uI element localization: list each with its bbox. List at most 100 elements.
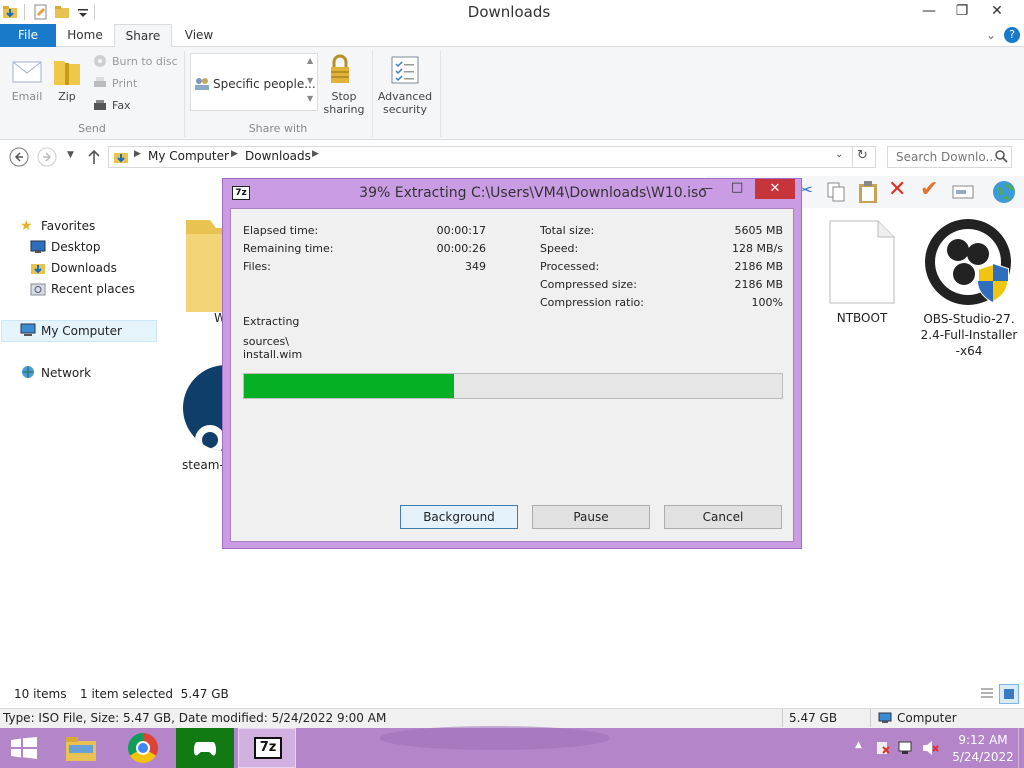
downloads-icon bbox=[31, 264, 45, 274]
nav-my-computer[interactable]: My Computer bbox=[41, 324, 122, 338]
email-button[interactable]: Email bbox=[4, 90, 50, 103]
breadcrumb-chevron-icon[interactable]: ▶ bbox=[134, 149, 141, 159]
compression-ratio-value: 100% bbox=[751, 296, 783, 309]
windows-logo-icon bbox=[11, 737, 37, 759]
file-label-obs[interactable]: OBS-Studio-27.2.4-Full-Installer-x64 bbox=[920, 311, 1018, 359]
tab-view[interactable]: View bbox=[172, 24, 226, 47]
files-value: 349 bbox=[465, 260, 486, 273]
speed-label: Speed: bbox=[540, 242, 579, 255]
volume-muted-icon[interactable] bbox=[922, 740, 940, 756]
ribbon-expand-icon[interactable]: ⌄ bbox=[986, 28, 996, 42]
current-path: sources\ bbox=[243, 335, 289, 348]
taskbar-7zip[interactable]: 7z bbox=[238, 728, 296, 768]
clock-date[interactable]: 5/24/2022 bbox=[948, 750, 1018, 764]
rename-icon[interactable] bbox=[952, 184, 974, 200]
speed-value: 128 MB/s bbox=[732, 242, 783, 255]
compressed-size-value: 2186 MB bbox=[734, 278, 783, 291]
minimize-button[interactable]: — bbox=[912, 0, 946, 22]
extracting-label: Extracting bbox=[243, 315, 300, 328]
show-hidden-icons[interactable]: ▲ bbox=[855, 740, 862, 750]
clock-time[interactable]: 9:12 AM bbox=[952, 733, 1014, 747]
up-icon[interactable] bbox=[87, 149, 101, 165]
nav-favorites[interactable]: Favorites bbox=[41, 219, 95, 233]
check-icon[interactable]: ✔ bbox=[920, 177, 938, 202]
dialog-minimize-button[interactable]: — bbox=[701, 181, 713, 195]
divider bbox=[184, 51, 185, 137]
gallery-more-icon[interactable]: ▼ bbox=[307, 94, 313, 103]
fax-button[interactable]: Fax bbox=[112, 99, 131, 112]
forward-icon[interactable] bbox=[37, 147, 57, 167]
help-icon[interactable]: ? bbox=[1004, 27, 1020, 43]
action-center-icon[interactable] bbox=[875, 740, 891, 756]
details-view-icon[interactable] bbox=[979, 686, 995, 702]
refresh-icon[interactable]: ↻ bbox=[857, 148, 868, 163]
divider bbox=[852, 147, 853, 167]
paste-icon[interactable] bbox=[857, 180, 879, 204]
processed-value: 2186 MB bbox=[734, 260, 783, 273]
copy-icon[interactable] bbox=[826, 181, 846, 203]
breadcrumb-chevron-icon[interactable]: ▶ bbox=[312, 149, 319, 159]
zip-button[interactable]: Zip bbox=[52, 90, 82, 103]
cancel-button[interactable]: Cancel bbox=[664, 505, 782, 529]
send-group-label: Send bbox=[78, 122, 106, 135]
computer-icon bbox=[20, 323, 36, 336]
tab-home[interactable]: Home bbox=[56, 24, 114, 47]
file-label-ntboot[interactable]: NTBOOT bbox=[818, 311, 906, 325]
progress-bar bbox=[243, 373, 783, 399]
address-dropdown-icon[interactable]: ⌄ bbox=[835, 149, 843, 160]
downloads-folder-icon bbox=[114, 153, 128, 163]
blank-file-icon[interactable] bbox=[828, 219, 896, 305]
title-bar: Downloads — ❐ ✕ bbox=[0, 0, 1024, 24]
pause-button[interactable]: Pause bbox=[532, 505, 650, 529]
taskbar-xbox[interactable] bbox=[176, 728, 234, 768]
nav-recent-places[interactable]: Recent places bbox=[51, 282, 135, 296]
divider bbox=[870, 709, 871, 727]
divider bbox=[782, 709, 783, 727]
large-icons-view-icon[interactable] bbox=[999, 684, 1019, 704]
email-icon bbox=[12, 61, 42, 83]
recent-locations-icon[interactable]: ▼ bbox=[67, 150, 74, 160]
nav-desktop[interactable]: Desktop bbox=[51, 240, 101, 254]
divider bbox=[372, 51, 373, 137]
show-desktop-button[interactable] bbox=[1018, 728, 1024, 768]
taskbar-chrome[interactable] bbox=[114, 728, 172, 768]
total-size-label: Total size: bbox=[540, 224, 595, 237]
print-button[interactable]: Print bbox=[112, 77, 137, 90]
tab-file[interactable]: File bbox=[0, 24, 56, 47]
xbox-controller-icon bbox=[193, 742, 217, 756]
compression-ratio-label: Compression ratio: bbox=[540, 296, 644, 309]
back-icon[interactable] bbox=[9, 147, 29, 167]
total-size-value: 5605 MB bbox=[734, 224, 783, 237]
tab-share[interactable]: Share bbox=[114, 24, 172, 48]
search-input[interactable]: Search Downlo... bbox=[887, 146, 1012, 168]
breadcrumb-chevron-icon[interactable]: ▶ bbox=[231, 149, 238, 159]
background-button[interactable]: Background bbox=[400, 505, 518, 529]
dialog-maximize-button[interactable]: □ bbox=[731, 180, 743, 195]
gallery-down-icon[interactable]: ▼ bbox=[307, 76, 313, 85]
burn-to-disc-button[interactable]: Burn to disc bbox=[112, 55, 178, 68]
start-button[interactable] bbox=[0, 728, 50, 768]
gallery-up-icon[interactable]: ▲ bbox=[307, 56, 313, 65]
close-button[interactable]: ✕ bbox=[980, 0, 1014, 22]
search-icon[interactable] bbox=[995, 150, 1008, 163]
stop-sharing-button[interactable]: Stop sharing bbox=[318, 90, 370, 116]
remaining-time-label: Remaining time: bbox=[243, 242, 334, 255]
nav-downloads[interactable]: Downloads bbox=[51, 261, 117, 275]
taskbar-explorer[interactable] bbox=[52, 728, 110, 768]
breadcrumb-my-computer[interactable]: My Computer bbox=[148, 149, 229, 163]
breadcrumb-downloads[interactable]: Downloads bbox=[245, 149, 311, 163]
specific-people-item[interactable]: Specific people... bbox=[213, 77, 316, 91]
processed-label: Processed: bbox=[540, 260, 600, 273]
dialog-close-button[interactable]: ✕ bbox=[755, 179, 795, 199]
remaining-time-value: 00:00:26 bbox=[436, 242, 486, 255]
address-bar[interactable]: ▶ My Computer ▶ Downloads ▶ ⌄ ↻ bbox=[108, 146, 876, 168]
globe-icon[interactable] bbox=[992, 180, 1016, 204]
advanced-security-button[interactable]: Advanced security bbox=[374, 90, 436, 116]
network-status-icon[interactable] bbox=[898, 740, 916, 756]
share-with-gallery[interactable]: Specific people... ▲ ▼ ▼ bbox=[190, 53, 318, 111]
restore-button[interactable]: ❐ bbox=[945, 0, 979, 22]
nav-network[interactable]: Network bbox=[41, 366, 91, 380]
ribbon-tabs: File Home Share View ⌄ ? bbox=[0, 24, 1024, 48]
delete-icon[interactable]: ✕ bbox=[888, 177, 906, 202]
recent-places-icon bbox=[30, 283, 46, 296]
